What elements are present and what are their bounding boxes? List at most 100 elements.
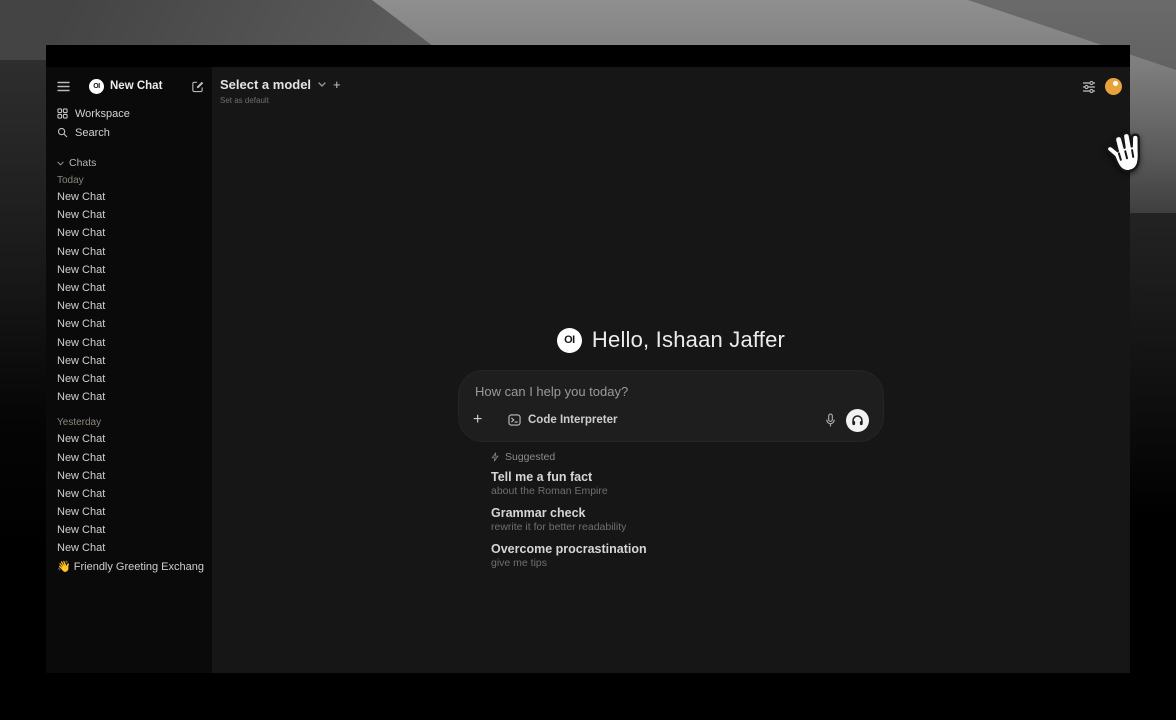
suggested-prompt-title: Tell me a fun fact <box>491 470 883 484</box>
suggested-prompts: Suggested Tell me a fun fact about the R… <box>459 450 883 569</box>
window-titlebar <box>46 45 1130 67</box>
chat-item-label: New Chat <box>57 355 105 367</box>
chat-item-label: New Chat <box>57 470 105 482</box>
sidebar-chats-header[interactable]: Chats <box>57 155 204 171</box>
suggested-prompt-subtitle: about the Roman Empire <box>491 485 883 497</box>
chat-item-label: New Chat <box>57 542 105 554</box>
chat-list-item[interactable]: New Chat <box>57 334 204 352</box>
chat-list-item[interactable]: New Chat <box>57 352 204 370</box>
sidebar-item-workspace[interactable]: Workspace <box>57 104 204 123</box>
set-as-default-link[interactable]: Set as default <box>220 96 341 105</box>
chat-list-item[interactable]: New Chat <box>57 467 204 485</box>
new-chat-icon[interactable] <box>191 80 204 93</box>
chat-item-label: New Chat <box>57 391 105 403</box>
code-interpreter-label: Code Interpreter <box>528 414 617 426</box>
message-composer: + Code Interpreter <box>459 371 883 441</box>
suggested-prompt-title: Grammar check <box>491 506 883 520</box>
sidebar-header: OI New Chat <box>57 77 204 95</box>
chat-list-item[interactable]: New Chat <box>57 388 204 406</box>
chat-item-label: New Chat <box>57 318 105 330</box>
chat-list-item[interactable]: New Chat <box>57 261 204 279</box>
search-icon <box>57 127 68 138</box>
attach-plus-button[interactable]: + <box>473 412 491 428</box>
user-avatar[interactable] <box>1105 78 1122 95</box>
chat-item-label: New Chat <box>57 433 105 445</box>
chat-list-yesterday: New Chat New Chat New Chat New Chat New Chat… <box>57 430 204 576</box>
chat-list-item[interactable]: New Chat <box>57 485 204 503</box>
chat-list-item[interactable]: New Chat <box>57 279 204 297</box>
greeting-row: OI Hello, Ishaan Jaffer <box>459 325 883 355</box>
chat-list-item[interactable]: New Chat <box>57 521 204 539</box>
composer-toolbar: + Code Interpreter <box>473 408 869 432</box>
chat-list-item[interactable]: New Chat <box>57 315 204 333</box>
chat-item-label: New Chat <box>57 227 105 239</box>
screenshot-stage: OI New Chat Workspace Searc <box>0 0 1176 720</box>
backdrop-strip-left <box>0 60 46 720</box>
greeting-text: Hello, Ishaan Jaffer <box>592 327 785 353</box>
suggested-header: Suggested <box>491 450 883 464</box>
chat-list-item[interactable]: New Chat <box>57 297 204 315</box>
chat-list-item[interactable]: New Chat <box>57 243 204 261</box>
suggested-prompt-subtitle: rewrite it for better readability <box>491 521 883 533</box>
bolt-icon <box>491 452 499 462</box>
chat-list-item[interactable]: New Chat <box>57 206 204 224</box>
welcome-stack: OI Hello, Ishaan Jaffer + Code Interpret… <box>459 325 883 578</box>
sidebar-title: New Chat <box>110 80 191 92</box>
chat-item-label: New Chat <box>57 452 105 464</box>
section-spacer <box>57 406 204 413</box>
sidebar: OI New Chat Workspace Searc <box>46 67 212 673</box>
chat-list-item[interactable]: New Chat <box>57 370 204 388</box>
chat-item-label: New Chat <box>57 282 105 294</box>
chat-list-today: New Chat New Chat New Chat New Chat New Chat… <box>57 188 204 406</box>
search-label: Search <box>75 127 110 139</box>
open-webui-window: OI New Chat Workspace Searc <box>46 45 1130 673</box>
sidebar-item-search[interactable]: Search <box>57 123 204 142</box>
suggested-prompt[interactable]: Grammar check rewrite it for better read… <box>491 506 883 533</box>
chevron-down-icon <box>318 82 326 87</box>
chat-section-today: Today <box>57 172 204 188</box>
workspace-label: Workspace <box>75 108 130 120</box>
chats-label: Chats <box>69 157 96 169</box>
code-interpreter-toggle[interactable]: Code Interpreter <box>508 414 617 426</box>
chat-item-label: New Chat <box>57 209 105 221</box>
chevron-down-icon <box>57 161 64 166</box>
app-body: OI New Chat Workspace Searc <box>46 67 1130 673</box>
chat-list-item[interactable]: New Chat <box>57 448 204 466</box>
chat-list-item[interactable]: New Chat <box>57 539 204 557</box>
chat-item-label: New Chat <box>57 191 105 203</box>
app-logo: OI <box>89 79 104 94</box>
model-selector-label: Select a model <box>220 77 311 92</box>
model-selector[interactable]: Select a model + <box>220 77 341 92</box>
message-input[interactable] <box>473 382 873 401</box>
chat-item-label: New Chat <box>57 524 105 536</box>
chat-item-label: New Chat <box>57 373 105 385</box>
sidebar-toggle-icon[interactable] <box>57 81 70 92</box>
suggested-prompt[interactable]: Overcome procrastination give me tips <box>491 542 883 569</box>
chat-list-item[interactable]: New Chat <box>57 503 204 521</box>
microphone-icon[interactable] <box>825 413 836 428</box>
add-model-button[interactable]: + <box>333 78 341 91</box>
terminal-icon <box>508 414 521 426</box>
chat-list-item[interactable]: New Chat <box>57 430 204 448</box>
chat-list-item[interactable]: New Chat <box>57 224 204 242</box>
chat-list-item[interactable]: New Chat <box>57 188 204 206</box>
model-selector-wrap: Select a model + Set as default <box>220 77 341 105</box>
headphones-icon <box>851 414 864 426</box>
main-panel: Select a model + Set as default <box>212 67 1130 673</box>
chat-item-label: New Chat <box>57 488 105 500</box>
chat-section-yesterday: Yesterday <box>57 414 204 430</box>
workspace-grid-icon <box>57 108 68 119</box>
chat-list-item[interactable]: 👋 Friendly Greeting Exchange <box>57 558 204 576</box>
suggested-list: Tell me a fun fact about the Roman Empir… <box>491 470 883 569</box>
main-header: Select a model + Set as default <box>212 67 1130 123</box>
suggested-label: Suggested <box>505 451 555 463</box>
suggested-prompt[interactable]: Tell me a fun fact about the Roman Empir… <box>491 470 883 497</box>
chat-item-label: New Chat <box>57 300 105 312</box>
backdrop-strip-right <box>1130 213 1176 720</box>
chat-item-label: New Chat <box>57 264 105 276</box>
chat-item-label: New Chat <box>57 337 105 349</box>
voice-call-button[interactable] <box>846 409 869 432</box>
controls-sliders-icon[interactable] <box>1082 80 1096 94</box>
openwebui-logo-icon: OI <box>557 328 582 353</box>
header-right <box>1082 78 1122 95</box>
